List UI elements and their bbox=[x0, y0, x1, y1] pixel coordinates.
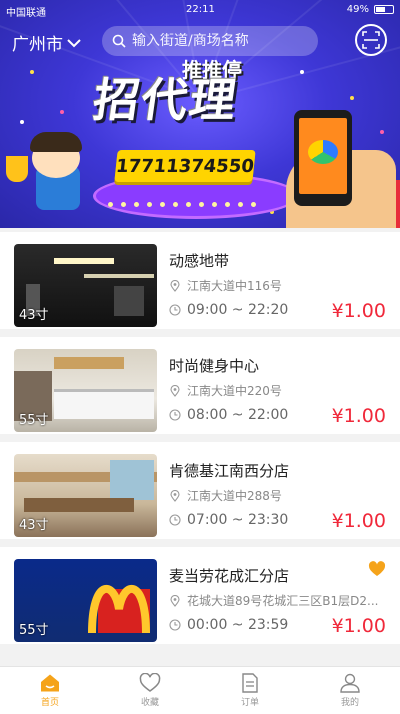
venue-name: 时尚健身中心 bbox=[169, 357, 260, 375]
scan-icon bbox=[362, 31, 380, 49]
clock-icon bbox=[169, 409, 181, 421]
hours-text: 09:00 ~ 22:20 bbox=[187, 302, 289, 318]
venue-address: 江南大道中220号 bbox=[169, 382, 282, 399]
scan-button[interactable] bbox=[355, 24, 387, 56]
golden-arches-logo bbox=[88, 584, 150, 634]
venue-price: ¥1.00 bbox=[331, 510, 386, 532]
status-bar: 中国联通 22:11 49% bbox=[0, 4, 400, 19]
venue-card[interactable]: 43寸 动感地带 江南大道中116号 09:00 ~ 22:20 ¥1.00 bbox=[0, 232, 400, 337]
favorite-heart-icon[interactable] bbox=[368, 561, 386, 577]
venue-price: ¥1.00 bbox=[331, 405, 386, 427]
carrier-label: 中国联通 bbox=[6, 8, 46, 19]
clock-icon bbox=[169, 619, 181, 631]
city-selector[interactable]: 广州市 bbox=[12, 30, 81, 55]
venue-address: 江南大道中288号 bbox=[169, 487, 282, 504]
clock-icon bbox=[169, 514, 181, 526]
screen-size-label: 55寸 bbox=[19, 623, 49, 638]
hours-text: 08:00 ~ 22:00 bbox=[187, 407, 289, 423]
venue-name: 肯德基江南西分店 bbox=[169, 462, 290, 480]
tab-label: 首页 bbox=[40, 698, 59, 708]
venue-card[interactable]: 43寸 肯德基江南西分店 江南大道中288号 07:00 ~ 23:30 ¥1.… bbox=[0, 442, 400, 547]
heart-icon bbox=[139, 673, 161, 692]
hours-text: 07:00 ~ 23:30 bbox=[187, 512, 289, 528]
venue-thumbnail: 43寸 bbox=[14, 244, 157, 327]
venue-hours: 07:00 ~ 23:30 bbox=[169, 512, 288, 528]
user-icon bbox=[340, 673, 360, 693]
search-icon bbox=[112, 34, 126, 48]
stage-lights bbox=[108, 192, 284, 207]
order-icon bbox=[242, 673, 258, 693]
venue-price: ¥1.00 bbox=[331, 615, 386, 637]
bottom-tab-bar: 首页 收藏 订单 我的 bbox=[0, 666, 400, 714]
venue-thumbnail: 55寸 bbox=[14, 559, 157, 642]
venue-hours: 00:00 ~ 23:59 bbox=[169, 617, 288, 633]
tab-orders[interactable]: 订单 bbox=[200, 667, 300, 714]
confetti bbox=[20, 120, 24, 124]
confetti bbox=[380, 130, 384, 134]
battery-percent: 49% bbox=[346, 4, 369, 15]
location-pin-icon bbox=[170, 594, 180, 607]
app-screen: 中国联通 22:11 49% 广州市 推 bbox=[0, 0, 400, 714]
confetti bbox=[300, 70, 304, 74]
app-logo-icon bbox=[308, 140, 338, 164]
address-text: 江南大道中220号 bbox=[187, 384, 282, 398]
search-input[interactable] bbox=[132, 33, 312, 49]
venue-address: 花城大道89号花城汇三区B1层D2... bbox=[169, 592, 378, 609]
confetti bbox=[30, 70, 34, 74]
home-icon bbox=[41, 674, 59, 692]
hours-text: 00:00 ~ 23:59 bbox=[187, 617, 289, 633]
tab-profile[interactable]: 我的 bbox=[300, 667, 400, 714]
address-text: 江南大道中116号 bbox=[187, 279, 282, 293]
smartphone-illustration bbox=[294, 110, 352, 206]
location-pin-icon bbox=[170, 279, 180, 292]
venue-thumbnail: 55寸 bbox=[14, 349, 157, 432]
confetti bbox=[350, 96, 354, 100]
banner-phone-number: 17711374550 bbox=[114, 150, 256, 182]
tab-label: 订单 bbox=[240, 698, 259, 708]
screen-size-label: 55寸 bbox=[19, 413, 49, 428]
venue-address: 江南大道中116号 bbox=[169, 277, 282, 294]
confetti bbox=[60, 110, 64, 114]
city-label: 广州市 bbox=[12, 35, 63, 55]
location-pin-icon bbox=[170, 489, 180, 502]
venue-card[interactable]: 55寸 麦当劳花成汇分店 花城大道89号花城汇三区B1层D2... 00:00 … bbox=[0, 547, 400, 652]
venue-price: ¥1.00 bbox=[331, 300, 386, 322]
venue-thumbnail: 43寸 bbox=[14, 454, 157, 537]
venue-name: 麦当劳花成汇分店 bbox=[169, 567, 290, 585]
screen-size-label: 43寸 bbox=[19, 518, 49, 533]
address-text: 江南大道中288号 bbox=[187, 489, 282, 503]
venue-list: 43寸 动感地带 江南大道中116号 09:00 ~ 22:20 ¥1.00 5… bbox=[0, 232, 400, 666]
tab-home[interactable]: 首页 bbox=[0, 667, 100, 714]
clock: 22:11 bbox=[186, 4, 215, 15]
tab-label: 我的 bbox=[340, 698, 359, 708]
venue-hours: 08:00 ~ 22:00 bbox=[169, 407, 288, 423]
chevron-down-icon bbox=[67, 38, 81, 47]
clock-icon bbox=[169, 304, 181, 316]
tab-favorites[interactable]: 收藏 bbox=[100, 667, 200, 714]
cartoon-boy-hair bbox=[30, 132, 82, 152]
status-right: 49% bbox=[347, 4, 394, 15]
address-text: 花城大道89号花城汇三区B1层D2... bbox=[187, 594, 379, 608]
screen-size-label: 43寸 bbox=[19, 308, 49, 323]
venue-card[interactable]: 55寸 时尚健身中心 江南大道中220号 08:00 ~ 22:00 ¥1.00 bbox=[0, 337, 400, 442]
tab-label: 收藏 bbox=[140, 698, 159, 708]
location-pin-icon bbox=[170, 384, 180, 397]
confetti bbox=[270, 210, 274, 214]
banner-headline: 招代理 bbox=[89, 73, 242, 127]
battery-icon bbox=[374, 5, 394, 14]
search-bar[interactable] bbox=[102, 26, 318, 56]
venue-name: 动感地带 bbox=[169, 252, 230, 270]
trophy-icon bbox=[6, 156, 28, 182]
promo-banner[interactable]: 中国联通 22:11 49% 广州市 推 bbox=[0, 0, 400, 228]
venue-hours: 09:00 ~ 22:20 bbox=[169, 302, 288, 318]
